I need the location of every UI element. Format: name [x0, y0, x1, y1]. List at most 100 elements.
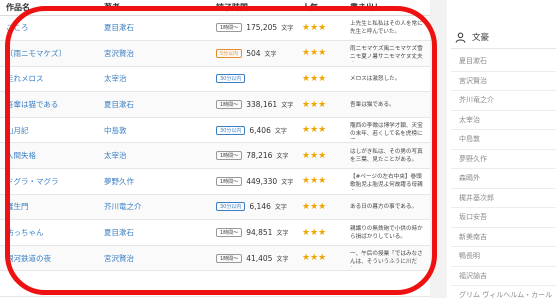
- header-popularity[interactable]: 人気: [296, 0, 344, 16]
- author-name[interactable]: 宮沢賢治: [104, 49, 134, 58]
- table-row[interactable]: こころ 夏目漱石 1時間〜 175,205 文字 ★★★ 上先生と私私はその人を常に先生と呼…: [0, 15, 430, 42]
- excerpt-cell: 隴西の李徴は博学才穎、天宝の末年、若くして名を虎榜に連...: [344, 117, 430, 144]
- work-title-link[interactable]: 人間失格: [0, 142, 98, 170]
- work-title-link[interactable]: 吾輩は猫である: [0, 91, 98, 118]
- sidebar-author-item[interactable]: 梶井基次郎: [451, 189, 556, 208]
- sidebar-author-item[interactable]: 鴨長明: [451, 247, 556, 267]
- sidebar-author-item[interactable]: 芥川竜之介: [451, 91, 556, 111]
- author-name[interactable]: 太宰治: [104, 151, 127, 160]
- work-title[interactable]: 坊っちゃん: [6, 228, 44, 237]
- sidebar-author-item[interactable]: 坂口安吾: [451, 208, 556, 228]
- author-name[interactable]: 夢野久作: [104, 177, 134, 186]
- work-title-link[interactable]: 山月記: [0, 117, 98, 144]
- sidebar-author-item[interactable]: 森鴎外: [451, 169, 556, 189]
- table-row[interactable]: 銀河鉄道の夜 宮沢賢治 1時間〜 41,405 文字 ★★★ 一、午后の授業「ではみなさんは…: [0, 245, 430, 272]
- sidebar-author-item[interactable]: 夏目漱石: [451, 52, 556, 72]
- work-title-link[interactable]: ドグラ・マグラ: [0, 168, 98, 195]
- author-link[interactable]: 中島敦: [98, 117, 210, 144]
- author-name[interactable]: 夏目漱石: [104, 23, 134, 32]
- work-title-link[interactable]: 坊っちゃん: [0, 219, 98, 246]
- work-title[interactable]: こころ: [6, 23, 29, 32]
- opening-excerpt: 一、午后の授業「ではみなさんは、そういうふうに川だと...: [350, 250, 423, 265]
- opening-excerpt: 雨ニモマケズ風ニモマケズ雪ニモ夏ノ暑サニモマケヌ丈夫ナ...: [350, 45, 423, 60]
- author-name[interactable]: 夏目漱石: [104, 228, 134, 237]
- popularity-cell: ★★★: [296, 15, 344, 42]
- reading-time-badge: 1時間〜: [216, 23, 243, 33]
- popularity-cell: ★★★: [296, 91, 344, 118]
- table-row[interactable]: ドグラ・マグラ 夢野久作 1時間〜 449,330 文字 ★★★ 【#ページの左右中央】巻頭…: [0, 168, 430, 195]
- excerpt-cell: 親譲りの無鉄砲で小供の時から損ばかりしている。: [344, 219, 430, 246]
- table-row[interactable]: 人間失格 太宰治 1時間〜 78,216 文字 ★★★ はしがき私は、その男の写真を三葉、見…: [0, 142, 430, 170]
- work-title-link[interactable]: 〔雨ニモマケズ〕: [0, 40, 98, 67]
- reading-time-badge: 1時間〜: [216, 228, 243, 238]
- author-link[interactable]: 夏目漱石: [98, 91, 210, 118]
- opening-excerpt: はしがき私は、その男の写真を三葉、見たことがある。: [350, 148, 423, 163]
- work-title[interactable]: 吾輩は猫である: [6, 100, 58, 109]
- table-row[interactable]: 走れメロス 太宰治 30分以内 ★★★ メロスは激怒した。: [0, 66, 430, 93]
- work-title-link[interactable]: [0, 270, 98, 298]
- work-title[interactable]: 銀河鉄道の夜: [6, 254, 51, 263]
- popularity-cell: ★★★: [296, 219, 344, 246]
- header-title[interactable]: 作品名: [0, 0, 98, 16]
- author-link[interactable]: 芥川竜之介: [98, 194, 210, 221]
- work-title-link[interactable]: こころ: [0, 15, 98, 42]
- author-link[interactable]: 夏目漱石: [98, 15, 210, 42]
- header-author[interactable]: 著者: [98, 0, 210, 16]
- char-unit: 文字: [276, 153, 289, 161]
- work-title[interactable]: ドグラ・マグラ: [6, 177, 59, 186]
- table-row[interactable]: [0, 270, 430, 298]
- reading-time-cell: 1時間〜 41,405 文字: [210, 245, 296, 272]
- author-link[interactable]: 太宰治: [98, 66, 210, 93]
- header-reading-time[interactable]: 読了時間: [210, 0, 296, 16]
- excerpt-cell: メロスは激怒した。: [344, 66, 430, 93]
- reading-time-badge: 1時間〜: [216, 176, 243, 186]
- star-rating-icon: ★★★: [302, 73, 327, 84]
- author-link[interactable]: 太宰治: [98, 142, 210, 170]
- sidebar-author-item[interactable]: グリム ヴィルヘルム・カール: [451, 286, 556, 298]
- author-link[interactable]: 宮沢賢治: [98, 40, 210, 67]
- char-unit: 文字: [276, 230, 289, 238]
- excerpt-cell: 【#ページの左右中央】巻頭歌胎児よ胎児よ何故躍る母親の...: [344, 168, 430, 195]
- sidebar-author-item[interactable]: 宮沢賢治: [451, 72, 556, 91]
- work-title[interactable]: 〔雨ニモマケズ〕: [6, 49, 66, 58]
- char-unit: 文字: [281, 25, 294, 33]
- star-rating-icon: ★★★: [302, 99, 327, 110]
- work-title-link[interactable]: 羅生門: [0, 194, 98, 221]
- reading-time-cell: 1時間〜 175,205 文字: [210, 15, 296, 42]
- work-title[interactable]: 人間失格: [6, 151, 36, 160]
- sidebar-author-item[interactable]: 新美南吉: [451, 228, 556, 247]
- table-row[interactable]: 〔雨ニモマケズ〕 宮沢賢治 5分以内 504 文字 ★★★ 雨ニモマケズ風ニモマケズ雪ニモ夏…: [0, 40, 430, 67]
- table-row[interactable]: 山月記 中島敦 30分以内 6,406 文字 ★★★ 隴西の李徴は博学才穎、天宝の末年、若く…: [0, 117, 430, 144]
- sidebar-author-item[interactable]: 太宰治: [451, 111, 556, 130]
- work-title[interactable]: 山月記: [6, 126, 29, 135]
- char-unit: 文字: [281, 178, 294, 186]
- table-row[interactable]: 羅生門 芥川竜之介 30分以内 6,146 文字 ★★★ ある日の暮方の事である。: [0, 194, 430, 221]
- sidebar-author-item[interactable]: 福沢諭吉: [451, 267, 556, 286]
- sidebar-author-item[interactable]: 中島敦: [451, 130, 556, 150]
- char-count: 504: [246, 48, 261, 58]
- author-name[interactable]: 中島敦: [104, 126, 127, 135]
- work-title-link[interactable]: 走れメロス: [0, 66, 98, 93]
- author-name[interactable]: 夏目漱石: [104, 100, 134, 109]
- work-title-link[interactable]: 銀河鉄道の夜: [0, 245, 98, 272]
- author-name[interactable]: 宮沢賢治: [104, 254, 134, 263]
- author-link[interactable]: [98, 270, 210, 298]
- reading-time-cell: [210, 270, 296, 298]
- char-unit: 文字: [264, 50, 277, 58]
- sidebar-author-item[interactable]: 夢野久作: [451, 150, 556, 169]
- author-link[interactable]: 夏目漱石: [98, 219, 210, 246]
- work-title[interactable]: 羅生門: [6, 202, 29, 211]
- char-count: 449,330: [246, 176, 278, 186]
- popularity-cell: ★★★: [296, 245, 344, 272]
- opening-excerpt: メロスは激怒した。: [350, 75, 401, 82]
- reading-time-cell: 1時間〜 78,216 文字: [210, 142, 296, 170]
- char-count: 94,851: [246, 228, 273, 238]
- table-row[interactable]: 坊っちゃん 夏目漱石 1時間〜 94,851 文字 ★★★ 親譲りの無鉄砲で小供の時から損ば…: [0, 219, 430, 246]
- author-name[interactable]: 芥川竜之介: [104, 202, 142, 211]
- table-row[interactable]: 吾輩は猫である 夏目漱石 1時間〜 338,161 文字 ★★★ 吾輩は猫である。: [0, 91, 430, 118]
- author-link[interactable]: 夢野久作: [98, 168, 210, 195]
- author-link[interactable]: 宮沢賢治: [98, 245, 210, 272]
- work-title[interactable]: 走れメロス: [6, 74, 44, 83]
- author-name[interactable]: 太宰治: [104, 74, 127, 83]
- char-unit: 文字: [281, 102, 294, 110]
